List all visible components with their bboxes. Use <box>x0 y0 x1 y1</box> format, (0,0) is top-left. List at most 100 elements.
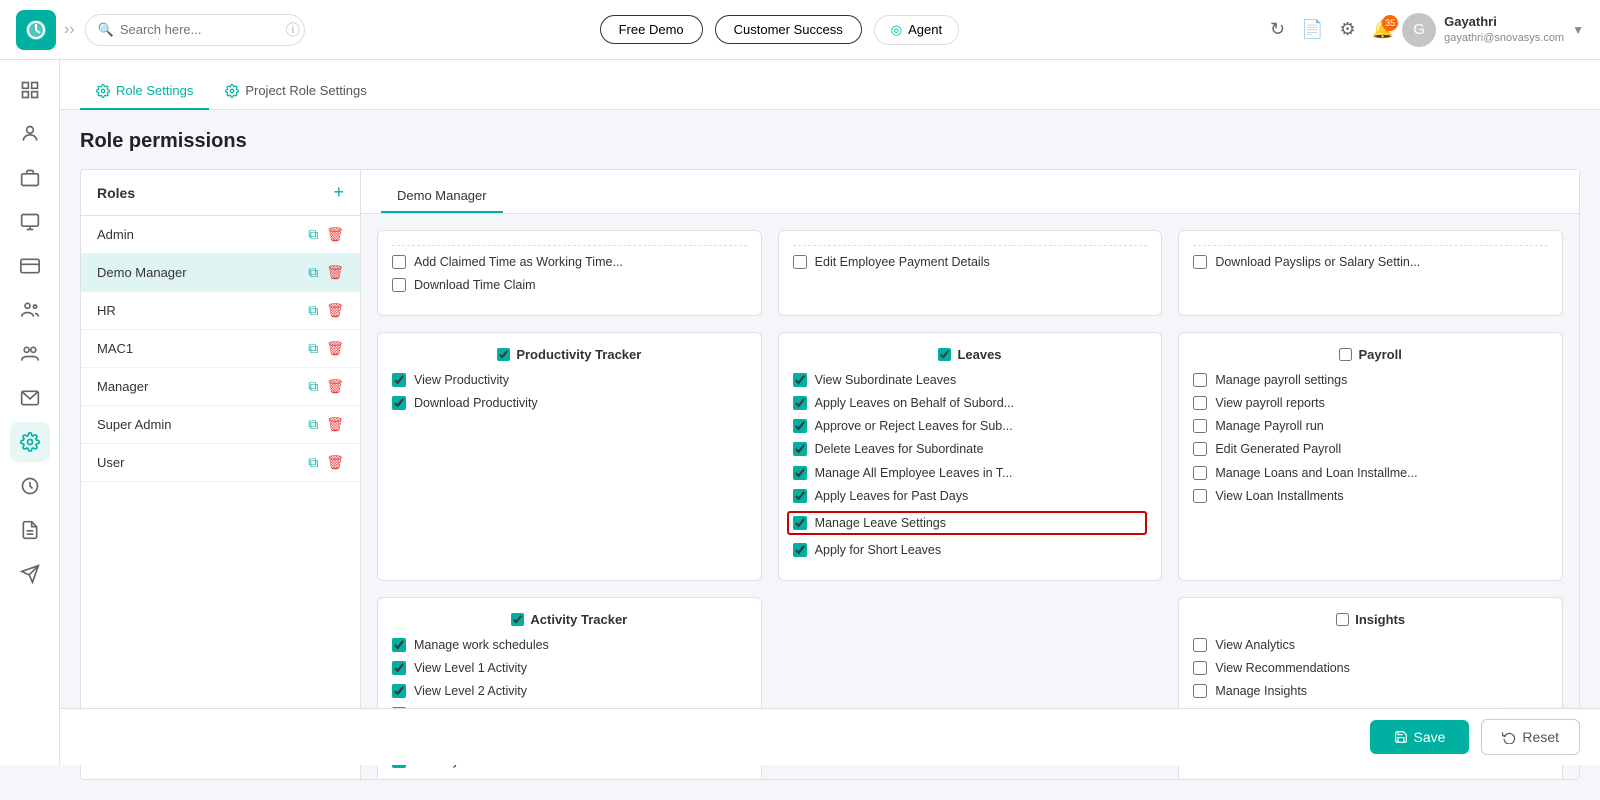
header-icons: ↻ 📄 ⚙ 🔔 35 <box>1270 19 1394 40</box>
payroll-title: Payroll <box>1358 347 1401 362</box>
copy-icon-super-admin[interactable]: ⧉ <box>308 416 318 433</box>
label-edit-employee-payment: Edit Employee Payment Details <box>815 254 990 270</box>
label-manage-work-schedules: Manage work schedules <box>414 637 549 653</box>
document-button[interactable]: 📄 <box>1301 19 1323 40</box>
checkbox-download-productivity[interactable] <box>392 396 406 410</box>
free-demo-button[interactable]: Free Demo <box>600 15 703 44</box>
delete-icon-demo-manager[interactable]: 🗑 <box>326 264 344 281</box>
label-download-payslip: Download Payslips or Salary Settin... <box>1215 254 1420 270</box>
roles-panel: Roles + Admin ⧉ 🗑 Demo Manager ⧉ 🗑 HR <box>81 170 361 779</box>
copy-icon-hr[interactable]: ⧉ <box>308 302 318 319</box>
role-item-manager[interactable]: Manager ⧉ 🗑 <box>81 368 360 406</box>
checkbox-view-productivity[interactable] <box>392 373 406 387</box>
role-item-demo-manager[interactable]: Demo Manager ⧉ 🗑 <box>81 254 360 292</box>
checkbox-delete-leaves-subordinate[interactable] <box>793 442 807 456</box>
role-item-admin[interactable]: Admin ⧉ 🗑 <box>81 216 360 254</box>
delete-icon-mac1[interactable]: 🗑 <box>326 340 344 357</box>
user-dropdown-arrow: ▼ <box>1572 23 1584 37</box>
checkbox-apply-short-leaves[interactable] <box>793 543 807 557</box>
checkbox-view-subordinate-leaves[interactable] <box>793 373 807 387</box>
perm-item-view-productivity: View Productivity <box>392 372 747 388</box>
gear-button[interactable]: ⚙ <box>1340 19 1356 40</box>
page-title: Role permissions <box>80 130 1580 153</box>
checkbox-view-analytics[interactable] <box>1193 638 1207 652</box>
checkbox-leaves-title[interactable] <box>938 348 951 361</box>
copy-icon-demo-manager[interactable]: ⧉ <box>308 264 318 281</box>
checkbox-manage-leave-settings[interactable] <box>793 516 807 530</box>
checkbox-productivity-title[interactable] <box>497 348 510 361</box>
checkbox-manage-payroll-settings[interactable] <box>1193 373 1207 387</box>
sidebar-item-briefcase[interactable] <box>10 158 50 198</box>
perm-item-view-level2-activity: View Level 2 Activity <box>392 683 747 699</box>
checkbox-insights-title[interactable] <box>1336 613 1349 626</box>
label-view-productivity: View Productivity <box>414 372 509 388</box>
delete-icon-user[interactable]: 🗑 <box>326 454 344 471</box>
sidebar-item-settings[interactable] <box>10 422 50 462</box>
checkbox-view-payroll-reports[interactable] <box>1193 396 1207 410</box>
role-item-user[interactable]: User ⧉ 🗑 <box>81 444 360 482</box>
checkbox-download-payslip[interactable] <box>1193 255 1207 269</box>
role-actions-hr: ⧉ 🗑 <box>308 302 344 319</box>
perm-card-title-productivity: Productivity Tracker <box>392 347 747 362</box>
notification-button[interactable]: 🔔 35 <box>1372 19 1394 40</box>
tab-project-role-settings[interactable]: Project Role Settings <box>209 73 382 110</box>
refresh-button[interactable]: ↻ <box>1270 19 1285 40</box>
checkbox-view-level2[interactable] <box>392 684 406 698</box>
checkbox-manage-all-employee-leaves[interactable] <box>793 466 807 480</box>
delete-icon-manager[interactable]: 🗑 <box>326 378 344 395</box>
checkbox-edit-generated-payroll[interactable] <box>1193 442 1207 456</box>
checkbox-manage-payroll-run[interactable] <box>1193 419 1207 433</box>
active-role-tab[interactable]: Demo Manager <box>381 180 503 213</box>
checkbox-activity-title[interactable] <box>511 613 524 626</box>
role-name-demo-manager: Demo Manager <box>97 265 187 280</box>
delete-icon-super-admin[interactable]: 🗑 <box>326 416 344 433</box>
copy-icon-user[interactable]: ⧉ <box>308 454 318 471</box>
perm-item-manage-payroll-run: Manage Payroll run <box>1193 418 1548 434</box>
sidebar-item-clock[interactable] <box>10 466 50 506</box>
sidebar-item-monitor[interactable] <box>10 202 50 242</box>
sidebar-item-send[interactable] <box>10 554 50 594</box>
sidebar-item-groups[interactable] <box>10 290 50 330</box>
checkbox-edit-employee-payment[interactable] <box>793 255 807 269</box>
role-item-mac1[interactable]: MAC1 ⧉ 🗑 <box>81 330 360 368</box>
checkbox-view-level1[interactable] <box>392 661 406 675</box>
add-role-button[interactable]: + <box>333 182 344 203</box>
role-tab-bar: Demo Manager <box>361 170 1579 214</box>
delete-icon-hr[interactable]: 🗑 <box>326 302 344 319</box>
checkbox-add-claimed-time[interactable] <box>392 255 406 269</box>
copy-icon-admin[interactable]: ⧉ <box>308 226 318 243</box>
copy-icon-manager[interactable]: ⧉ <box>308 378 318 395</box>
reset-button-label: Reset <box>1522 729 1559 745</box>
label-add-claimed-time: Add Claimed Time as Working Time... <box>414 254 623 270</box>
checkbox-approve-reject-leaves[interactable] <box>793 419 807 433</box>
customer-success-button[interactable]: Customer Success <box>715 15 862 44</box>
sidebar-item-hr[interactable] <box>10 334 50 374</box>
sidebar-item-person[interactable] <box>10 114 50 154</box>
role-actions-demo-manager: ⧉ 🗑 <box>308 264 344 281</box>
copy-icon-mac1[interactable]: ⧉ <box>308 340 318 357</box>
label-view-level2-activity: View Level 2 Activity <box>414 683 527 699</box>
checkbox-download-time-claim[interactable] <box>392 278 406 292</box>
delete-icon-admin[interactable]: 🗑 <box>326 226 344 243</box>
sidebar-item-card[interactable] <box>10 246 50 286</box>
sidebar-item-mail[interactable] <box>10 378 50 418</box>
checkbox-view-recommendations[interactable] <box>1193 661 1207 675</box>
sidebar-item-reports[interactable] <box>10 510 50 550</box>
user-menu[interactable]: G Gayathri gayathri@snovasys.com ▼ <box>1402 13 1584 47</box>
search-input[interactable] <box>120 22 280 37</box>
save-button[interactable]: Save <box>1370 720 1470 754</box>
checkbox-payroll-title[interactable] <box>1339 348 1352 361</box>
perm-card-leaves: Leaves View Subordinate Leaves Apply Lea… <box>778 332 1163 581</box>
tab-role-settings[interactable]: Role Settings <box>80 73 209 110</box>
role-item-super-admin[interactable]: Super Admin ⧉ 🗑 <box>81 406 360 444</box>
checkbox-manage-insights[interactable] <box>1193 684 1207 698</box>
checkbox-apply-leaves-past-days[interactable] <box>793 489 807 503</box>
checkbox-view-loan-installments[interactable] <box>1193 489 1207 503</box>
role-item-hr[interactable]: HR ⧉ 🗑 <box>81 292 360 330</box>
sidebar-item-dashboard[interactable] <box>10 70 50 110</box>
reset-button[interactable]: Reset <box>1481 719 1580 755</box>
agent-button[interactable]: ◎ Agent <box>874 15 959 45</box>
checkbox-manage-work-schedules[interactable] <box>392 638 406 652</box>
checkbox-manage-loans[interactable] <box>1193 466 1207 480</box>
checkbox-apply-leaves-behalf[interactable] <box>793 396 807 410</box>
